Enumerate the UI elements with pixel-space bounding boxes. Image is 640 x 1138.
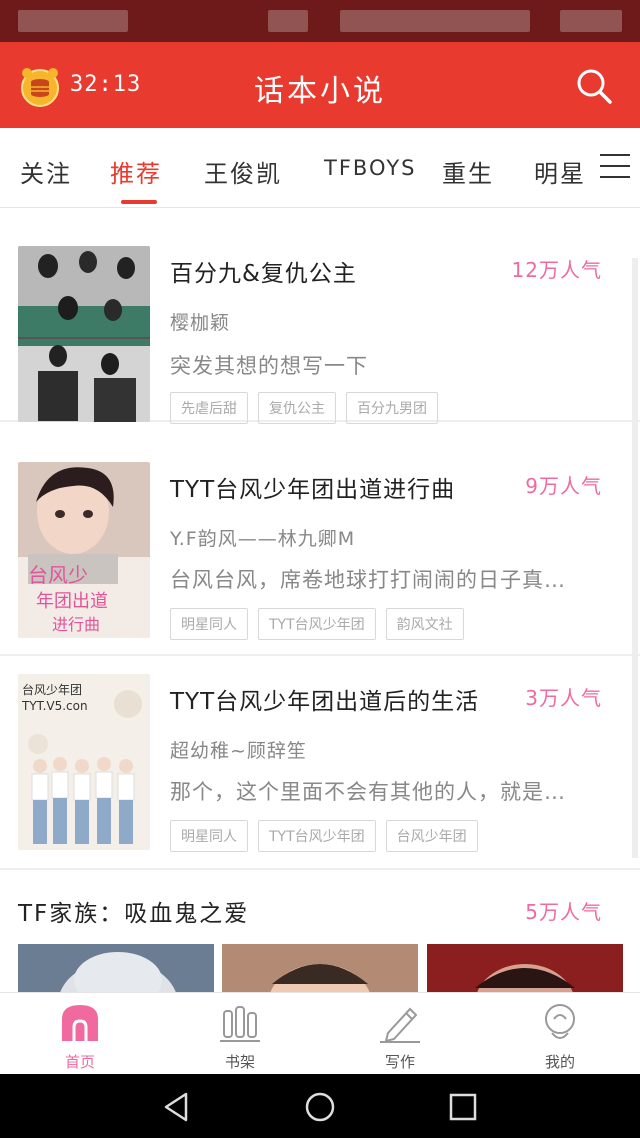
svg-text:年团出道: 年团出道 — [36, 591, 108, 612]
book-tag[interactable]: 明星同人 — [170, 608, 248, 640]
tab-star[interactable]: 明星 — [534, 154, 586, 189]
nav-label: 首页 — [64, 1053, 95, 1071]
book-author[interactable]: Y.F韵风——林九卿M — [170, 524, 355, 551]
nav-label: 我的 — [544, 1053, 575, 1071]
book-author[interactable]: 樱枷颖 — [170, 308, 230, 335]
book-description: 突发其想的想写一下 — [170, 354, 368, 378]
book-item[interactable]: 台风少年团 TYT.V5.con TYT台风少年团出道后的生活 3万人气 超幼稚… — [0, 656, 640, 870]
svg-text:台风少: 台风少 — [28, 563, 88, 587]
tab-wang-junkai[interactable]: 王俊凯 — [204, 154, 282, 189]
nav-bookshelf[interactable]: 书架 — [160, 993, 320, 1075]
book-tag[interactable]: TYT台风少年团 — [258, 820, 376, 852]
android-nav-bar — [0, 1074, 640, 1138]
tab-follow[interactable]: 关注 — [20, 154, 72, 189]
status-blur-right — [340, 10, 530, 32]
home-icon — [60, 1003, 100, 1043]
book-cover[interactable]: 台风少 年团出道 进行曲 — [18, 462, 150, 638]
section-thumbnail[interactable] — [222, 944, 418, 992]
book-title[interactable]: TYT台风少年团出道进行曲 — [170, 470, 455, 504]
search-icon[interactable] — [574, 66, 614, 106]
book-tag[interactable]: 台风少年团 — [385, 820, 478, 852]
home-circle-icon[interactable] — [303, 1090, 337, 1124]
profile-icon — [540, 1003, 580, 1043]
nav-home[interactable]: 首页 — [0, 993, 160, 1075]
section-popularity: 5万人气 — [525, 900, 602, 924]
featured-section[interactable]: TF家族：吸血鬼之爱 5万人气 — [0, 872, 640, 992]
svg-text:进行曲: 进行曲 — [52, 615, 100, 634]
book-title[interactable]: 百分九&复仇公主 — [170, 254, 357, 288]
book-author[interactable]: 超幼稚~顾辞笙 — [170, 736, 307, 763]
book-tag[interactable]: 先虐后甜 — [170, 392, 248, 424]
recents-icon[interactable] — [446, 1090, 480, 1124]
book-tag[interactable]: 韵风文社 — [385, 608, 464, 640]
section-title[interactable]: TF家族：吸血鬼之爱 — [18, 894, 249, 928]
nav-write[interactable]: 写作 — [320, 993, 480, 1075]
book-tags: 先虐后甜 复仇公主 百分九男团 — [170, 392, 438, 424]
category-tabs: 关注 推荐 王俊凯 TFBOYS 重生 明星 — [0, 128, 640, 208]
book-description: 台风台风，席卷地球打打闹闹的日子真… — [170, 568, 566, 592]
bookshelf-icon — [220, 1003, 260, 1043]
book-description: 那个，这个里面不会有其他的人，就是… — [170, 780, 566, 804]
active-tab-indicator — [121, 200, 157, 204]
book-tags: 明星同人 TYT台风少年团 韵风文社 — [170, 608, 464, 640]
svg-text:TYT.V5.con: TYT.V5.con — [21, 699, 88, 713]
section-thumbnail[interactable] — [427, 944, 623, 992]
book-popularity: 12万人气 — [511, 258, 602, 282]
status-blur-battery — [560, 10, 622, 32]
book-item[interactable]: 台风少 年团出道 进行曲 TYT台风少年团出道进行曲 9万人气 Y.F韵风——林… — [0, 442, 640, 656]
status-bar — [0, 0, 640, 42]
status-blur-left — [18, 10, 128, 32]
bottom-nav: 首页 书架 写作 我的 — [0, 992, 640, 1074]
book-tag[interactable]: 百分九男团 — [346, 392, 438, 424]
tab-tfboys[interactable]: TFBOYS — [324, 156, 416, 180]
app-title: 话本小说 — [254, 74, 386, 109]
book-cover[interactable] — [18, 246, 150, 422]
tab-rebirth[interactable]: 重生 — [442, 154, 494, 189]
book-tag[interactable]: 复仇公主 — [258, 392, 336, 424]
tab-recommend[interactable]: 推荐 — [110, 154, 162, 189]
back-icon[interactable] — [160, 1090, 194, 1124]
app-header: 32:13 话本小说 — [0, 42, 640, 128]
book-tag[interactable]: TYT台风少年团 — [258, 608, 376, 640]
status-blur-mid — [268, 10, 308, 32]
book-feed[interactable]: 百分九&复仇公主 12万人气 樱枷颖 突发其想的想写一下 先虐后甜 复仇公主 百… — [0, 208, 640, 992]
svg-text:台风少年团: 台风少年团 — [22, 682, 82, 697]
pencil-icon — [380, 1003, 420, 1043]
nav-label: 书架 — [224, 1053, 255, 1071]
nav-profile[interactable]: 我的 — [480, 993, 640, 1075]
book-item[interactable]: 百分九&复仇公主 12万人气 樱枷颖 突发其想的想写一下 先虐后甜 复仇公主 百… — [0, 208, 640, 424]
book-tag[interactable]: 明星同人 — [170, 820, 248, 852]
section-thumbnail[interactable] — [18, 944, 214, 992]
book-title[interactable]: TYT台风少年团出道后的生活 — [170, 682, 479, 716]
book-cover[interactable]: 台风少年团 TYT.V5.con — [18, 674, 150, 850]
tabs-menu-icon[interactable] — [600, 154, 630, 180]
book-popularity: 3万人气 — [525, 686, 602, 710]
book-tags: 明星同人 TYT台风少年团 台风少年团 — [170, 820, 478, 852]
nav-label: 写作 — [384, 1053, 415, 1071]
book-popularity: 9万人气 — [525, 474, 602, 498]
